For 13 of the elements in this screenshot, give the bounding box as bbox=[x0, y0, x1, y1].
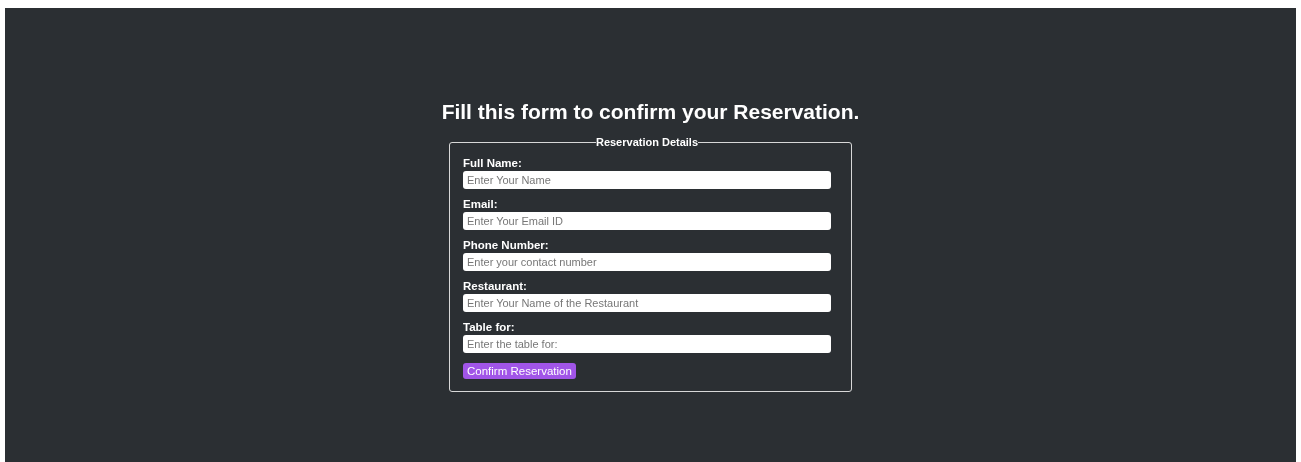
field-label: Restaurant: bbox=[463, 280, 528, 292]
input-field[interactable]: Enter Your Name bbox=[463, 171, 831, 189]
field-label: Email: bbox=[463, 198, 499, 210]
page-heading: Fill this form to confirm your Reservation. bbox=[441, 100, 860, 124]
input-field[interactable]: Enter your contact number bbox=[463, 253, 831, 271]
confirm-button[interactable]: Confirm Reservation bbox=[463, 363, 576, 379]
input-field[interactable]: Enter the table for: bbox=[463, 335, 831, 353]
field-label: Phone Number: bbox=[463, 239, 550, 251]
input-field[interactable]: Enter Your Name of the Restaurant bbox=[463, 294, 831, 312]
form-legend: Reservation Details bbox=[595, 136, 699, 148]
field-label: Table for: bbox=[463, 321, 516, 333]
field-label: Full Name: bbox=[463, 157, 523, 169]
input-field[interactable]: Enter Your Email ID bbox=[463, 212, 831, 230]
